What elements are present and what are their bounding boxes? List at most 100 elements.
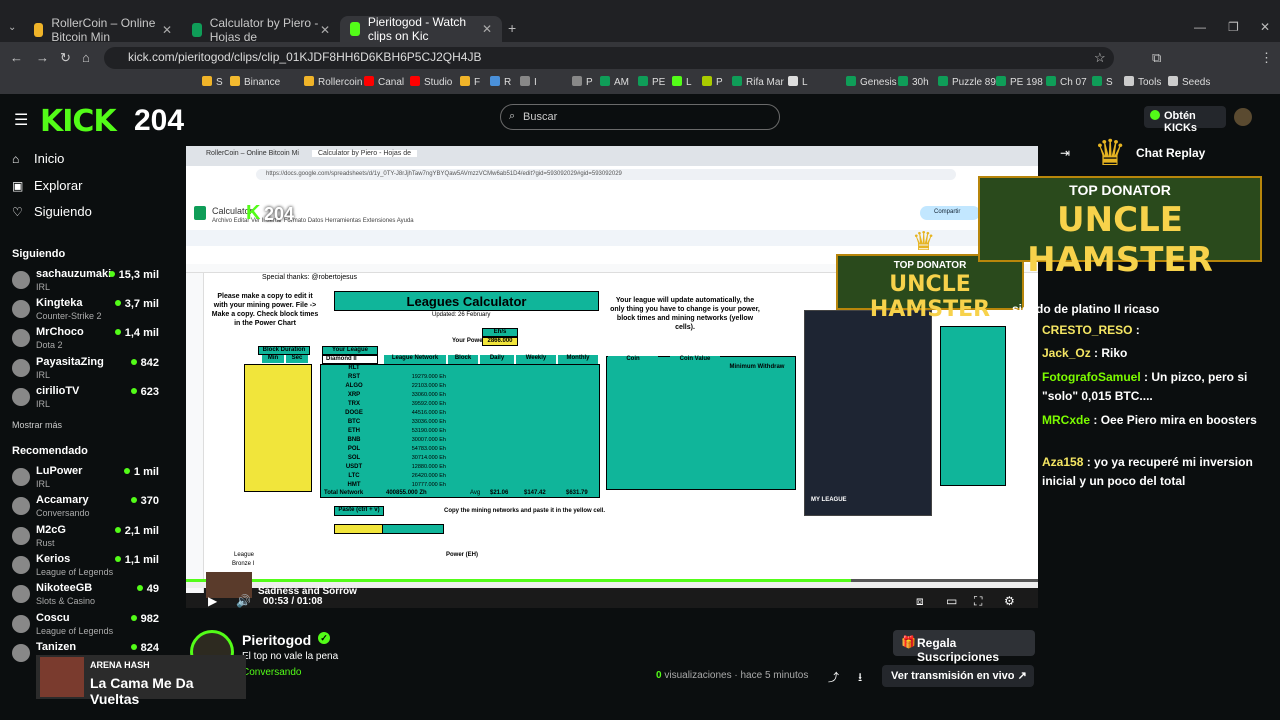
back-icon[interactable]: ← [10,50,23,65]
channel-item[interactable]: Coscu League of Legends 982 [10,612,165,640]
bookmark-item[interactable]: S [202,76,223,88]
kick-logo-number: 204 [134,104,185,137]
bookmark-item[interactable]: R [490,76,511,88]
channel-item[interactable]: LuPower IRL 1 mil [10,465,165,493]
home-icon[interactable]: ⌂ [82,50,90,65]
bookmark-item[interactable]: Puzzle 89 [938,76,996,88]
clip-icon[interactable]: ⧈ [916,594,924,609]
search-input[interactable]: ⌕ Buscar [500,104,780,130]
play-icon[interactable]: ▶ [208,594,217,608]
user-avatar[interactable] [1234,108,1252,126]
channel-item[interactable]: Kingteka Counter-Strike 2 3,7 mil [10,297,165,325]
avatar [12,271,30,289]
coin-cell: TRX [348,401,360,407]
extensions-icon[interactable]: ⧉ [1152,50,1161,66]
close-icon[interactable]: ✕ [482,22,492,36]
bookmark-item[interactable]: AM [600,76,629,88]
clip-category[interactable]: Conversando [242,667,301,678]
verified-icon: ✓ [318,632,330,644]
reload-icon[interactable]: ↻ [60,50,71,66]
channel-item[interactable]: sachauzumaki IRL 15,3 mil [10,268,165,296]
menu-dots-icon[interactable]: ⋮ [1260,50,1273,66]
restore-icon[interactable]: ❐ [1228,20,1239,34]
channel-item[interactable]: PayasitaZing IRL 842 [10,356,165,384]
explore-icon: ▣ [12,179,24,193]
channel-name[interactable]: Pieritogod [242,632,311,648]
download-icon[interactable]: ⭳ [858,668,862,689]
close-icon[interactable]: ✕ [162,23,172,37]
theater-icon[interactable]: ▭ [946,594,957,608]
video-player[interactable]: RollerCoin – Online Bitcoin Mi Calculato… [186,146,1038,608]
bookmark-folder[interactable]: Tools [1124,76,1161,88]
nav-inicio[interactable]: Inicio [34,151,64,166]
coin-cell: SOL [347,455,361,461]
browser-tab-rollercoin[interactable]: RollerCoin – Online Bitcoin Min ✕ [24,16,182,44]
bookmark-item[interactable]: S [1092,76,1113,88]
network-cell: 26420.000 Eh [411,473,446,479]
avatar [12,615,30,633]
channel-item[interactable]: cirilioTV IRL 623 [10,385,165,413]
fullscreen-icon[interactable]: ⛶ [974,594,982,609]
bookmark-item[interactable]: F [460,76,480,88]
bookmark-item[interactable]: Genesis [846,76,897,88]
heart-icon: ♡ [12,205,23,219]
network-cell: 22103.000 Eh [411,383,446,389]
channel-item[interactable]: M2cG Rust 2,1 mil [10,524,165,552]
nav-explorar[interactable]: Explorar [34,178,82,193]
share-icon[interactable]: ⤴ [828,669,839,685]
your-power-cell: 2866.000 [482,337,518,346]
get-kicks-button[interactable]: Obtén KICKs [1144,106,1226,134]
address-bar[interactable]: kick.com/pieritogod/clips/clip_01KJDF8HH… [104,47,1114,69]
watch-live-button[interactable]: Ver transmisión en vivo ↗ [882,665,1034,687]
channel-item[interactable]: Accamary Conversando 370 [10,494,165,522]
bookmark-item[interactable]: 30h [898,76,929,88]
volume-icon[interactable]: 🔊 [236,594,251,608]
chat-message: Aza158 : yo ya recuperé mi inversion ini… [1042,455,1253,488]
hamburger-icon[interactable]: ☰ [14,110,28,130]
tab-list-icon[interactable]: ⌄ [8,22,16,33]
video-time: 00:53 / 01:08 [263,596,323,607]
bookmark-item[interactable]: Binance [230,76,280,88]
browser-tab-kick[interactable]: Pieritogod - Watch clips on Kic ✕ [340,15,502,43]
chat-message: FotografoSamuel : Un pizco, pero si "sol… [1042,370,1248,403]
show-more-link[interactable]: Mostrar más [12,420,62,430]
avatar [12,556,30,574]
new-tab-icon[interactable]: + [508,20,516,36]
forward-icon[interactable]: → [36,50,49,65]
avatar [12,585,30,603]
bookmark-star-icon[interactable]: ☆ [1094,50,1106,66]
embedded-url: https://docs.google.com/spreadsheets/d/1… [256,169,956,180]
bookmark-item[interactable]: PE [638,76,665,88]
bookmark-folder[interactable]: Seeds [1168,76,1210,88]
settings-icon[interactable]: ⚙ [1004,594,1015,608]
external-link-icon: ↗ [1017,670,1027,682]
channel-item[interactable]: NikoteeGB Slots & Casino 49 [10,582,165,610]
bookmark-item[interactable]: Ch 07 [1046,76,1087,88]
bookmark-item[interactable]: Rollercoin [304,76,362,88]
close-icon[interactable]: ✕ [320,23,330,37]
collapse-chat-icon[interactable]: ⇥ [1060,146,1070,160]
bookmark-item[interactable]: PE 198 [996,76,1043,88]
kick-overlay-logo: K [246,202,261,224]
bookmark-item[interactable]: P [572,76,593,88]
bookmark-item[interactable]: Rifa Mar [732,76,784,88]
sheet-toolbar [186,230,1038,246]
bookmark-item[interactable]: L [788,76,808,88]
share-button: Compartir [920,206,980,220]
close-window-icon[interactable]: ✕ [1260,20,1270,34]
network-cell: 54783.000 Eh [411,446,446,452]
league-select: Diamond II [322,355,378,364]
following-title: Siguiendo [12,248,66,260]
browser-tab-calculator[interactable]: Calculator by Piero - Hojas de ✕ [182,16,340,44]
channel-item[interactable]: MrChoco Dota 2 1,4 mil [10,326,165,354]
minimize-icon[interactable]: — [1194,20,1206,34]
channel-item[interactable]: Kerios League of Legends 1,1 mil [10,553,165,581]
bookmark-item[interactable]: Studio [410,76,452,88]
bookmark-item[interactable]: I [520,76,537,88]
nav-siguiendo[interactable]: Siguiendo [34,204,92,219]
gift-subscriptions-button[interactable]: 🎁 Regala Suscripciones [893,630,1035,664]
kick-logo[interactable]: KICK [40,104,117,139]
bookmark-item[interactable]: P [702,76,723,88]
bookmark-item[interactable]: Canal [364,76,404,88]
bookmark-item[interactable]: L [672,76,692,88]
